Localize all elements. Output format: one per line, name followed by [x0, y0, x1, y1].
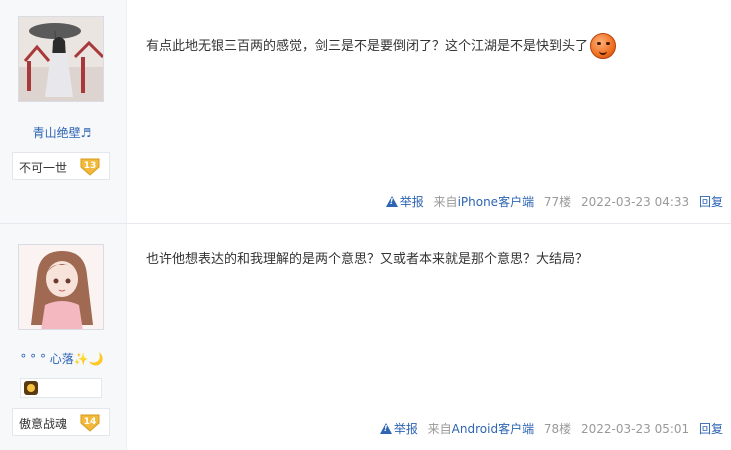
- badge-title: 傲意战魂: [19, 417, 68, 431]
- emoji-icon: [590, 33, 617, 59]
- level-number: 14: [84, 417, 97, 427]
- level-number: 13: [84, 161, 97, 171]
- username[interactable]: 青山绝壁♬: [0, 124, 124, 141]
- post-meta: 举报 来自Android客户端 78楼 2022-03-23 05:01 回复: [374, 420, 723, 437]
- member-badge[interactable]: 不可一世 13: [12, 152, 110, 180]
- post-text: 有点此地无银三百两的感觉，剑三是不是要倒闭了？这个江湖是不是快到头了: [146, 39, 589, 54]
- floor-number: 78楼: [543, 422, 572, 436]
- reply-link[interactable]: 回复: [699, 195, 723, 209]
- badge-title: 不可一世: [19, 161, 68, 175]
- author-sidebar: ° ° ° 心落✨🌙 傲意战魂 14: [0, 224, 127, 450]
- report-link[interactable]: 举报: [379, 422, 418, 436]
- author-sidebar: 青山绝壁♬ 不可一世 13: [0, 0, 127, 223]
- warning-icon: [379, 423, 392, 434]
- report-link[interactable]: 举报: [385, 195, 424, 209]
- post-time: 2022-03-23 05:01: [581, 422, 690, 436]
- level-badge-icon: 13: [80, 158, 100, 176]
- post-78: ° ° ° 心落✨🌙 傲意战魂 14 也许他想表达的和我理解的是两个意思？又或者…: [0, 224, 731, 450]
- source: 来自iPhone客户端: [434, 195, 535, 209]
- post-content: 有点此地无银三百两的感觉，剑三是不是要倒闭了？这个江湖是不是快到头了: [146, 33, 617, 59]
- post-text: 也许他想表达的和我理解的是两个意思？又或者本来就是那个意思？大结局？: [146, 252, 589, 267]
- source: 来自Android客户端: [428, 422, 534, 436]
- report-label: 举报: [393, 422, 418, 436]
- level-badge-icon: 14: [80, 414, 100, 432]
- avatar[interactable]: [18, 16, 104, 102]
- source-prefix: 来自: [433, 195, 458, 209]
- post-time: 2022-03-23 04:33: [581, 195, 690, 209]
- post-content: 也许他想表达的和我理解的是两个意思？又或者本来就是那个意思？大结局？: [146, 248, 588, 267]
- decoration-slot: [20, 378, 102, 398]
- medal-icon: [24, 381, 38, 395]
- report-label: 举报: [399, 195, 424, 209]
- username[interactable]: ° ° ° 心落✨🌙: [0, 350, 124, 367]
- floor-number: 77楼: [543, 195, 572, 209]
- warning-icon: [385, 196, 398, 207]
- post-meta: 举报 来自iPhone客户端 77楼 2022-03-23 04:33 回复: [380, 193, 723, 210]
- client-link[interactable]: Android客户端: [452, 422, 534, 436]
- post-77: 青山绝壁♬ 不可一世 13 有点此地无银三百两的感觉，剑三是不是要倒闭了？这个江…: [0, 0, 731, 224]
- source-prefix: 来自: [427, 422, 452, 436]
- client-link[interactable]: iPhone客户端: [458, 195, 535, 209]
- reply-link[interactable]: 回复: [699, 422, 723, 436]
- avatar[interactable]: [18, 244, 104, 330]
- member-badge[interactable]: 傲意战魂 14: [12, 408, 110, 436]
